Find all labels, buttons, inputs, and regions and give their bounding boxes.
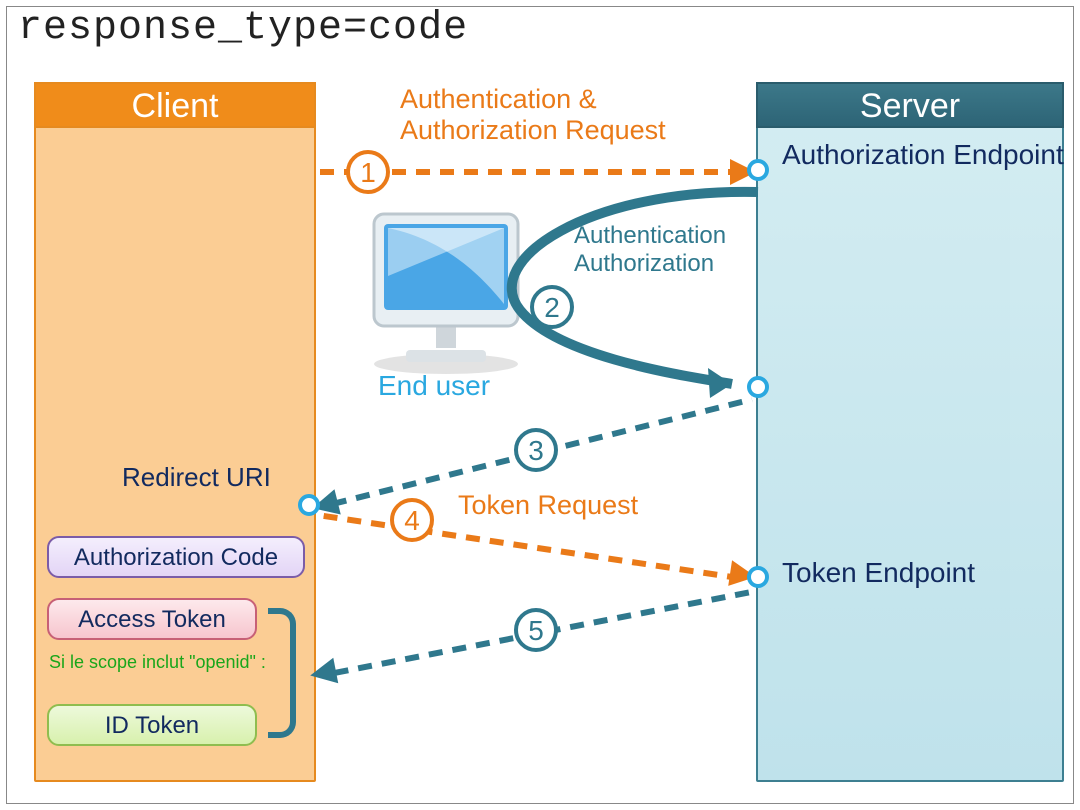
step-4-label: Token Request [458, 490, 638, 521]
step-5-badge: 5 [514, 608, 558, 652]
redirect-uri-node [298, 494, 320, 516]
step-2-label: Authentication Authorization [574, 222, 774, 277]
server-step2-node [747, 376, 769, 398]
step-4-badge: 4 [390, 498, 434, 542]
step-2-badge: 2 [530, 285, 574, 329]
token-endpoint-node [747, 566, 769, 588]
arrow-5-head [308, 658, 338, 688]
arrow-2-curve [0, 0, 1080, 810]
step-3-badge: 3 [514, 428, 558, 472]
